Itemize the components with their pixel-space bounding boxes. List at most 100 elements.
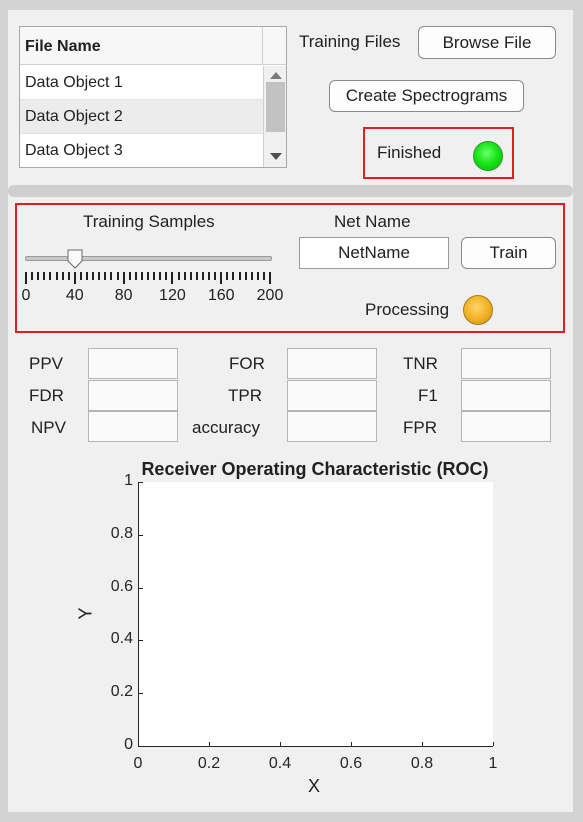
scrollbar-thumb[interactable] — [266, 82, 285, 132]
x-axis-label: X — [308, 776, 321, 796]
roc-plot-area[interactable] — [138, 482, 493, 746]
table-row[interactable]: Data Object 3 — [20, 134, 263, 167]
slider-major-tick — [73, 272, 76, 284]
slider-minor-tick — [98, 272, 101, 280]
finished-label: Finished — [377, 143, 442, 162]
slider-minor-tick — [226, 272, 229, 280]
slider-tick-label: 160 — [207, 287, 235, 304]
tnr-field[interactable] — [461, 348, 551, 379]
y-tick-mark — [139, 482, 143, 483]
y-tick-mark — [139, 534, 143, 536]
y-axis-label: Y — [75, 607, 96, 620]
slider-major-tick — [122, 272, 125, 284]
net-name-input[interactable]: NetName — [299, 237, 449, 269]
tnr-label: TNR — [403, 354, 438, 373]
slider-tick-label: 80 — [114, 287, 133, 304]
accuracy-field[interactable] — [287, 411, 377, 442]
train-button[interactable]: Train — [461, 237, 556, 269]
table-row[interactable]: Data Object 1 — [20, 66, 263, 100]
file-table[interactable]: File Name Data Object 1 Data Object 2 Da… — [19, 26, 287, 168]
table-row[interactable]: Data Object 2 — [20, 100, 263, 134]
slider-tick-label: 0 — [21, 287, 31, 304]
slider-minor-tick — [177, 272, 180, 280]
ppv-field[interactable] — [88, 348, 178, 379]
slider-minor-tick — [37, 272, 40, 280]
scroll-up-icon[interactable] — [270, 72, 282, 79]
training-samples-slider-track[interactable] — [25, 256, 272, 261]
slider-minor-tick — [43, 272, 46, 280]
x-tick-mark — [280, 742, 281, 746]
window-frame-right — [573, 0, 583, 822]
x-tick-label: 0.4 — [268, 755, 292, 772]
file-name-column-header[interactable]: File Name — [20, 27, 263, 65]
y-tick-mark — [139, 693, 143, 695]
slider-minor-tick — [140, 272, 143, 280]
slider-minor-tick — [128, 272, 131, 280]
slider-minor-tick — [61, 272, 64, 280]
slider-minor-tick — [208, 272, 210, 280]
slider-minor-tick — [116, 272, 119, 280]
processing-status-lamp — [463, 295, 493, 325]
for-label: FOR — [229, 354, 265, 373]
slider-minor-tick — [244, 272, 247, 280]
ppv-label: PPV — [29, 354, 64, 373]
x-tick-label: 0 — [133, 755, 143, 772]
table-header-spacer — [263, 27, 286, 65]
roc-chart-title: Receiver Operating Characteristic (ROC) — [141, 459, 489, 479]
x-tick-label: 0.2 — [197, 755, 221, 772]
slider-minor-tick — [153, 272, 156, 280]
y-tick-label: 0.2 — [110, 683, 133, 701]
table-scrollbar[interactable] — [263, 66, 286, 167]
fdr-field[interactable] — [88, 380, 178, 411]
slider-major-tick — [25, 272, 27, 284]
for-field[interactable] — [287, 348, 377, 379]
x-tick-label: 1 — [488, 755, 498, 772]
accuracy-label: accuracy — [192, 418, 261, 437]
browse-file-button[interactable]: Browse File — [418, 26, 556, 59]
y-tick-label: 0 — [124, 736, 133, 753]
y-tick-mark — [139, 746, 143, 747]
f1-label: F1 — [418, 386, 438, 405]
processing-label: Processing — [365, 300, 450, 319]
x-axis-line — [138, 746, 493, 747]
slider-minor-tick — [92, 272, 95, 280]
slider-minor-tick — [232, 272, 235, 280]
npv-field[interactable] — [88, 411, 178, 442]
x-tick-mark — [351, 742, 352, 746]
window-frame-bottom — [0, 812, 583, 822]
tpr-field[interactable] — [287, 380, 377, 411]
slider-tick-label: 200 — [256, 287, 284, 304]
slider-minor-tick — [214, 272, 217, 280]
slider-minor-tick — [110, 272, 113, 280]
x-tick-label: 0.6 — [339, 755, 363, 772]
training-samples-slider-thumb[interactable] — [67, 249, 83, 269]
slider-minor-tick — [159, 272, 162, 280]
slider-tick-label: 40 — [65, 287, 84, 304]
slider-minor-tick — [104, 272, 107, 280]
slider-minor-tick — [67, 272, 70, 280]
x-tick-mark — [209, 742, 210, 746]
y-axis-line — [138, 482, 139, 747]
f1-field[interactable] — [461, 380, 551, 411]
slider-minor-tick — [195, 272, 198, 280]
tpr-label: TPR — [228, 386, 262, 405]
panel-divider[interactable] — [8, 185, 573, 197]
slider-minor-tick — [86, 272, 88, 280]
scroll-down-icon[interactable] — [270, 153, 282, 160]
y-tick-mark — [139, 587, 143, 589]
slider-minor-tick — [183, 272, 186, 280]
slider-minor-tick — [165, 272, 168, 280]
fdr-label: FDR — [29, 386, 64, 405]
training-files-label: Training Files — [299, 32, 401, 51]
slider-minor-tick — [238, 272, 241, 280]
fpr-field[interactable] — [461, 411, 551, 442]
create-spectrograms-button[interactable]: Create Spectrograms — [329, 80, 524, 112]
slider-minor-tick — [79, 272, 82, 280]
slider-minor-tick — [147, 272, 149, 280]
slider-minor-tick — [250, 272, 253, 280]
window-frame-top — [0, 0, 583, 10]
slider-minor-tick — [31, 272, 34, 280]
training-samples-label: Training Samples — [83, 212, 215, 231]
window-frame-left — [0, 0, 8, 822]
net-name-label: Net Name — [334, 212, 411, 231]
